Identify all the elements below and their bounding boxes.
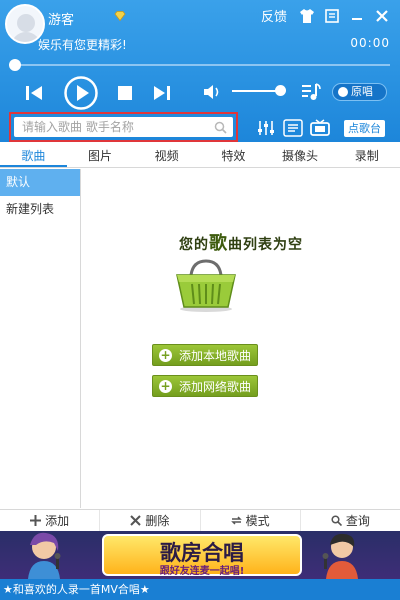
equalizer-icon[interactable]	[256, 119, 276, 137]
karaoke-ad-banner[interactable]: 歌房合唱 跟好友连麦一起唱!	[0, 531, 400, 579]
tab-record[interactable]: 录制	[333, 144, 400, 167]
next-icon[interactable]	[152, 84, 172, 102]
add-local-songs-button[interactable]: + 添加本地歌曲	[152, 344, 258, 366]
tab-videos[interactable]: 视频	[133, 144, 200, 167]
singing-boy-illustration	[322, 533, 358, 579]
avatar-body-shape	[11, 32, 41, 42]
volume-knob[interactable]	[275, 85, 286, 96]
previous-icon[interactable]	[24, 84, 44, 102]
main-tabs: 歌曲 图片 视频 特效 摄像头 录制	[0, 144, 400, 168]
diamond-icon[interactable]	[114, 11, 126, 21]
tab-effects[interactable]: 特效	[200, 144, 267, 167]
play-icon[interactable]	[62, 76, 100, 110]
lyrics-icon[interactable]	[283, 119, 303, 137]
footer-promo-text[interactable]: ★和喜欢的人录一首MV合唱★	[0, 579, 400, 600]
sidebar-item-new-list[interactable]: 新建列表	[0, 196, 80, 223]
song-desk-button[interactable]: 点歌台	[344, 119, 385, 137]
search-box	[14, 117, 233, 137]
shopping-basket-icon	[176, 259, 236, 312]
search-icon[interactable]	[214, 121, 227, 134]
playlist-music-icon[interactable]	[300, 82, 322, 102]
search-highlight-box	[9, 112, 238, 142]
banner-title-box: 歌房合唱 跟好友连麦一起唱!	[102, 534, 302, 577]
list-action-bar: 添加 删除 模式 查询	[0, 509, 400, 531]
tab-camera[interactable]: 摄像头	[267, 144, 334, 167]
add-button[interactable]: 添加	[0, 510, 101, 531]
minimize-icon[interactable]	[349, 8, 365, 24]
query-button[interactable]: 查询	[301, 510, 400, 531]
add-online-songs-button[interactable]: + 添加网络歌曲	[152, 375, 258, 397]
loop-icon	[230, 516, 242, 525]
feedback-link[interactable]: 反馈	[261, 6, 287, 25]
empty-title-post: 曲列表为空	[228, 237, 303, 253]
close-icon[interactable]	[374, 8, 390, 24]
avatar-head-shape	[17, 14, 35, 32]
search-input[interactable]	[14, 117, 233, 137]
banner-subtitle: 跟好友连麦一起唱!	[159, 566, 245, 577]
playback-controls: 原唱	[0, 76, 400, 110]
mode-label: 模式	[245, 514, 270, 528]
empty-title-big: 歌	[209, 233, 228, 254]
playback-time: 00:00	[350, 36, 390, 50]
empty-list-title: 您的歌曲列表为空	[82, 229, 400, 255]
plus-icon: +	[159, 379, 172, 393]
delete-x-icon	[130, 515, 142, 526]
play-mode-button[interactable]: 模式	[201, 510, 301, 531]
add-label: 添加	[45, 514, 70, 528]
skin-shirt-icon[interactable]	[299, 8, 315, 24]
search-icon	[331, 515, 342, 526]
delete-button[interactable]: 删除	[100, 510, 201, 531]
window-controls: 反馈	[261, 6, 390, 25]
plus-icon	[30, 515, 42, 526]
volume-icon[interactable]	[202, 83, 224, 101]
stop-icon[interactable]	[117, 85, 133, 101]
tagline: 娱乐有您更精彩!	[38, 38, 127, 52]
plus-icon: +	[159, 348, 172, 362]
player-header: 游客 反馈 娱乐有您更精彩! 00:00 原唱 请输入歌曲 歌手名称 点歌台	[0, 0, 400, 142]
tv-icon[interactable]	[310, 119, 330, 137]
sidebar-item-default[interactable]: 默认	[0, 169, 80, 196]
singing-girl-illustration	[28, 532, 61, 579]
tool-buttons: 点歌台	[256, 118, 385, 138]
empty-title-pre: 您的	[179, 237, 209, 253]
delete-label: 删除	[145, 514, 170, 528]
toggle-dot	[338, 87, 348, 97]
username[interactable]: 游客	[48, 9, 74, 28]
playlist-sidebar: 默认 新建列表	[0, 169, 81, 508]
add-local-label: 添加本地歌曲	[179, 349, 252, 363]
original-vocal-toggle[interactable]: 原唱	[332, 83, 387, 101]
tab-pictures[interactable]: 图片	[67, 144, 134, 167]
song-list-area: 您的歌曲列表为空 + 添加本地歌曲 + 添加网络歌曲	[82, 169, 400, 508]
tab-songs[interactable]: 歌曲	[0, 144, 67, 167]
mini-mode-icon[interactable]	[324, 8, 340, 24]
progress-knob[interactable]	[9, 59, 21, 71]
query-label: 查询	[345, 514, 370, 528]
original-vocal-label: 原唱	[351, 85, 373, 98]
progress-bar[interactable]	[9, 59, 390, 71]
add-online-label: 添加网络歌曲	[179, 380, 252, 394]
